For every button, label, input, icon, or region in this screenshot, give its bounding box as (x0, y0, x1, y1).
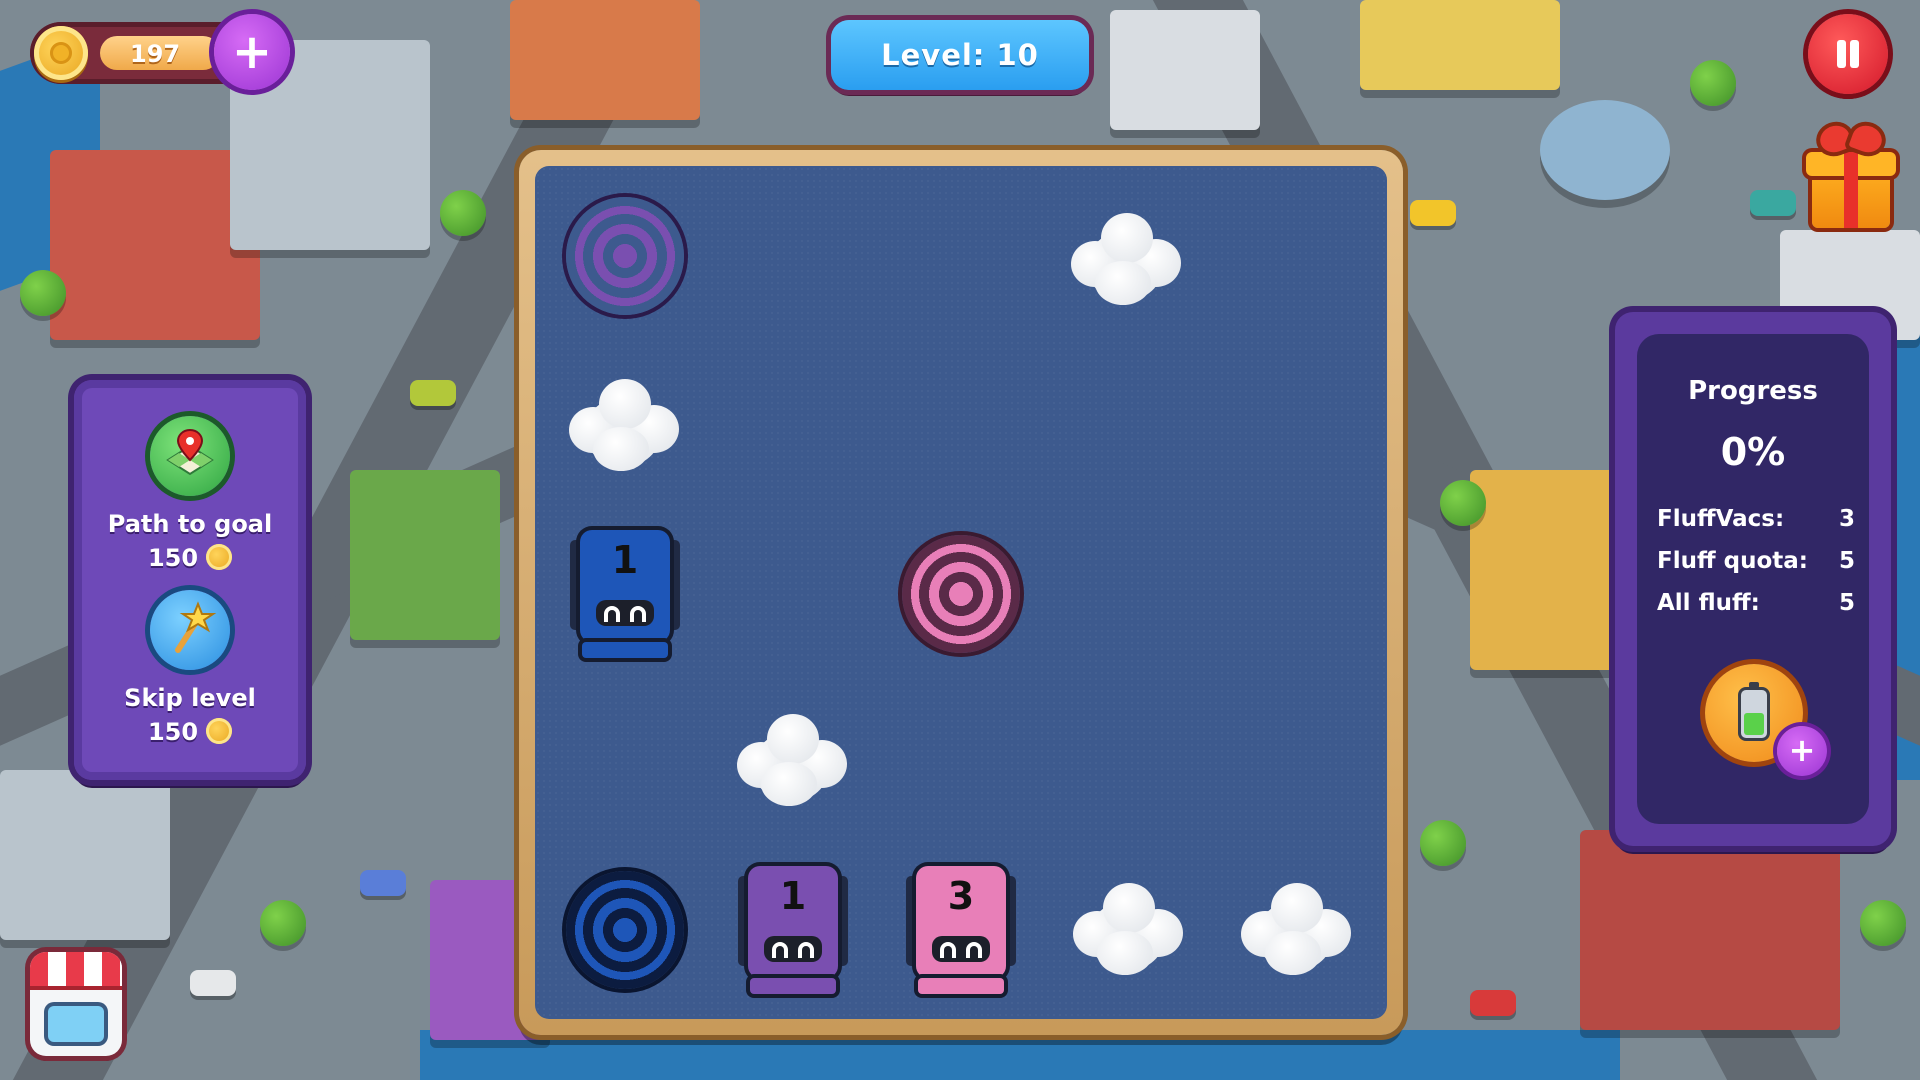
stat-value: 5 (1838, 548, 1855, 574)
buy-coins-button[interactable]: + (214, 14, 290, 90)
skip-level-cost: 150 (74, 718, 306, 746)
car (360, 870, 406, 896)
skip-level-button[interactable]: Skip level 150 (74, 590, 306, 746)
coin-counter: 197 + (30, 14, 292, 92)
building (0, 770, 170, 940)
tree (1860, 900, 1906, 946)
cost-value: 150 (147, 718, 199, 746)
purple-target-pad[interactable] (566, 197, 684, 315)
robot-face (764, 936, 822, 962)
battery-icon (1741, 682, 1767, 738)
blue-fluffvac-robot[interactable]: 1 (570, 530, 680, 660)
shop-window-icon (48, 1006, 104, 1042)
robot-foot (750, 978, 836, 994)
coin-icon (206, 718, 233, 744)
progress-panel-inner: Progress 0% FluffVacs: 3 Fluff quota: 5 … (1637, 334, 1869, 824)
magic-wand-icon (150, 590, 230, 670)
pause-button[interactable] (1808, 14, 1888, 94)
tree (260, 900, 306, 946)
path-to-goal-button[interactable]: Path to goal 150 (74, 416, 306, 572)
fluff-cloud[interactable] (1235, 873, 1355, 983)
coin-count: 197 (130, 40, 181, 68)
progress-percent: 0% (1720, 430, 1786, 474)
fluff-cloud[interactable] (563, 369, 683, 479)
water (420, 1030, 1620, 1080)
robot-face (932, 936, 990, 962)
fluff-cloud[interactable] (1065, 203, 1185, 313)
pink-target-pad[interactable] (902, 535, 1020, 653)
stat-value: 3 (1838, 506, 1855, 532)
shop-awning-icon (30, 952, 122, 990)
building (50, 150, 260, 340)
coin-icon (206, 544, 233, 570)
car (1750, 190, 1796, 216)
pause-icon (1837, 40, 1846, 68)
cost-value: 150 (147, 544, 199, 572)
game-board[interactable]: 1 1 3 (535, 166, 1387, 1019)
building (1360, 0, 1560, 90)
add-battery-button[interactable]: + (1777, 726, 1827, 776)
car (1410, 200, 1456, 226)
robot-foot (582, 642, 668, 658)
park (350, 470, 500, 640)
fountain (1540, 100, 1670, 200)
robot-number: 1 (611, 538, 639, 582)
car (190, 970, 236, 996)
coin-icon (34, 26, 88, 80)
robot-number: 3 (947, 874, 975, 918)
purple-fluffvac-robot[interactable]: 1 (738, 866, 848, 996)
path-to-goal-cost: 150 (74, 544, 306, 572)
stat-value: 5 (1838, 590, 1855, 616)
skip-level-label: Skip level (124, 684, 256, 712)
powerup-panel: Path to goal 150 Skip level 150 (74, 380, 306, 780)
robot-number: 1 (779, 874, 807, 918)
car (1470, 990, 1516, 1016)
stat-fluff-quota: Fluff quota: 5 (1657, 548, 1855, 574)
fluff-cloud[interactable] (1067, 873, 1187, 983)
level-indicator: Level: 10 (831, 20, 1089, 90)
building (1470, 470, 1630, 670)
building (1110, 10, 1260, 130)
tree (440, 190, 486, 236)
plus-icon: + (1788, 731, 1816, 769)
gift-button[interactable] (1806, 121, 1896, 230)
level-label: Level: 10 (881, 38, 1039, 72)
stat-label: FluffVacs: (1657, 506, 1785, 532)
pink-fluffvac-robot[interactable]: 3 (906, 866, 1016, 996)
tree (1440, 480, 1486, 526)
tree (1690, 60, 1736, 106)
plus-icon: + (231, 24, 273, 80)
path-to-goal-label: Path to goal (107, 510, 273, 538)
pause-icon (1850, 40, 1859, 68)
stat-label: All fluff: (1657, 590, 1760, 616)
stat-label: Fluff quota: (1657, 548, 1808, 574)
progress-title: Progress (1688, 376, 1818, 406)
stat-all-fluff: All fluff: 5 (1657, 590, 1855, 616)
robot-foot (918, 978, 1004, 994)
fluff-cloud[interactable] (731, 704, 851, 814)
robot-face (596, 600, 654, 626)
progress-panel: Progress 0% FluffVacs: 3 Fluff quota: 5 … (1615, 312, 1891, 846)
map-pin-icon (150, 416, 230, 496)
gift-ribbon (1844, 152, 1858, 228)
car (410, 380, 456, 406)
building (510, 0, 700, 120)
tree (20, 270, 66, 316)
tree (1420, 820, 1466, 866)
blue-target-pad[interactable] (566, 871, 684, 989)
shop-button[interactable] (30, 952, 122, 1056)
stat-fluffvacs: FluffVacs: 3 (1657, 506, 1855, 532)
building (1580, 830, 1840, 1030)
